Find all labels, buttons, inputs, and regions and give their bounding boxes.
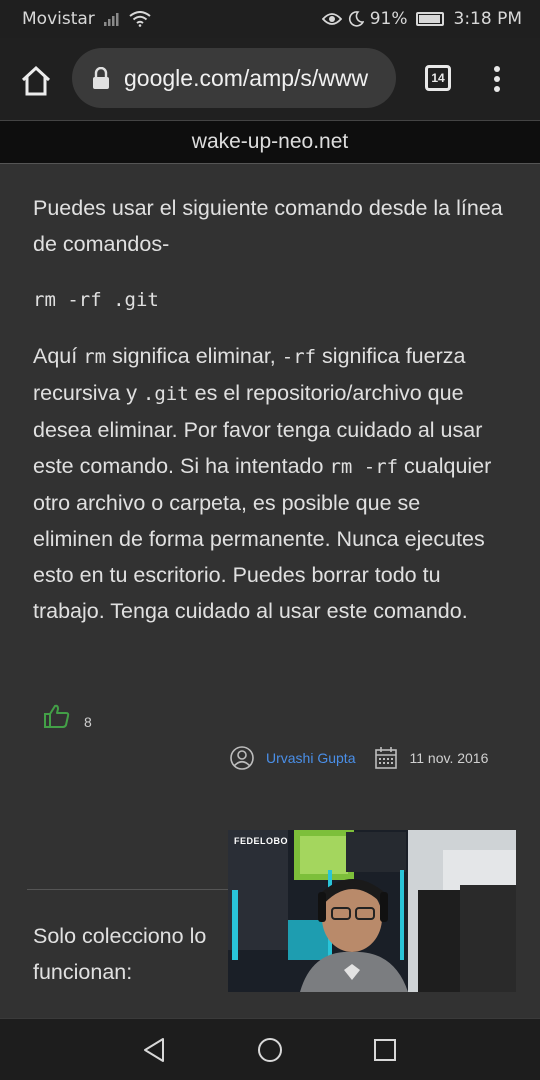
home-icon[interactable] <box>20 65 52 97</box>
inline-code-rf: -rf <box>281 346 317 368</box>
tab-switcher-button[interactable]: 14 <box>425 65 451 91</box>
inline-code-rm: rm <box>83 346 107 368</box>
thumbs-up-icon[interactable] <box>44 704 70 728</box>
exp-text: cualquier otro archivo o carpeta, es pos… <box>33 454 492 623</box>
answer-explanation: Aquí rm significa eliminar, -rf signific… <box>33 338 503 629</box>
exp-text: Aquí <box>33 344 84 368</box>
video-frame <box>228 830 516 992</box>
site-header[interactable]: wake-up-neo.net <box>0 120 540 164</box>
moon-icon <box>348 11 364 27</box>
carrier-label: Movistar <box>22 9 95 29</box>
answer-intro: Puedes usar el siguiente comando desde l… <box>33 196 503 256</box>
signal-icon <box>103 13 119 26</box>
battery-icon <box>415 12 444 26</box>
wifi-icon <box>129 11 151 27</box>
overflow-menu-icon[interactable] <box>492 66 502 96</box>
next-answer-line: funcionan: <box>33 960 133 984</box>
recents-icon[interactable] <box>373 1038 397 1062</box>
vote-count: 8 <box>84 714 92 730</box>
back-icon[interactable] <box>142 1037 166 1063</box>
next-answer-preview: Solo colecciono lo funcionan: <box>33 918 233 990</box>
browser-toolbar: google.com/amp/s/www 14 <box>0 38 540 120</box>
author-link[interactable]: Urvashi Gupta <box>266 750 355 766</box>
calendar-icon <box>375 747 398 769</box>
exp-text: significa eliminar, <box>106 344 282 368</box>
battery-percent: 91% <box>369 9 408 29</box>
command-line: rm -rf .git <box>33 281 503 318</box>
url-text: google.com/amp/s/www <box>124 64 369 91</box>
next-answer-line: Solo colecciono lo <box>33 924 207 948</box>
video-caption: FEDELOBO <box>234 836 289 846</box>
system-nav-bar <box>0 1018 540 1080</box>
clock: 3:18 PM <box>453 9 523 29</box>
inline-code-git: .git <box>142 383 189 405</box>
answer-body: Puedes usar el siguiente comando desde l… <box>33 190 503 629</box>
eye-comfort-icon <box>321 13 342 25</box>
vote-area: 8 <box>44 704 92 730</box>
command-code: rm -rf .git <box>33 289 159 311</box>
home-nav-icon[interactable] <box>257 1037 283 1063</box>
inline-code-rmrf: rm -rf <box>329 456 399 478</box>
user-icon <box>230 746 254 770</box>
answer-meta: Urvashi Gupta 11 nov. 2016 <box>230 746 488 770</box>
lock-icon <box>93 67 109 89</box>
address-bar[interactable]: google.com/amp/s/www <box>72 48 396 108</box>
answer-date: 11 nov. 2016 <box>409 750 489 766</box>
video-overlay[interactable]: FEDELOBO <box>228 830 516 992</box>
status-bar: Movistar 91% 3:18 PM <box>0 0 540 38</box>
answer-divider <box>27 889 237 890</box>
